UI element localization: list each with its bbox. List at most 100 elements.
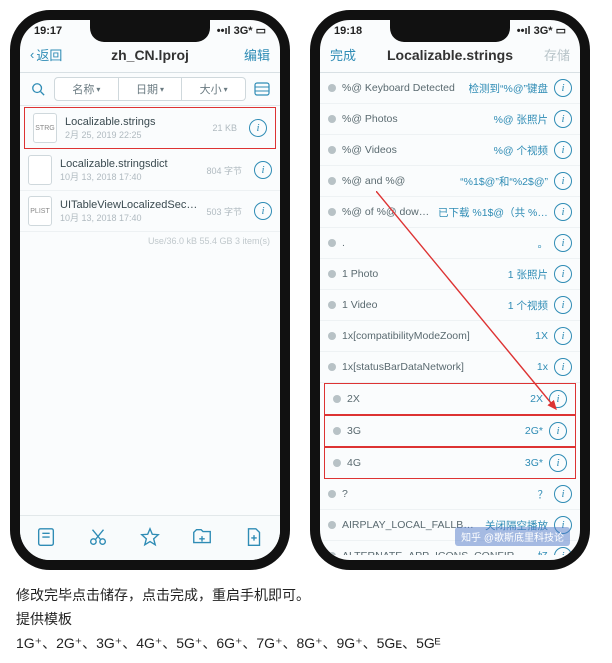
dot-icon: [328, 332, 336, 340]
string-value: %@ 张照片: [494, 112, 548, 127]
info-icon[interactable]: i: [549, 454, 567, 472]
string-row[interactable]: %@ Keyboard Detected 检测到“%@”键盘 i: [320, 73, 580, 104]
seg-label: 名称: [72, 81, 94, 97]
string-key: %@ of %@ downloaded: [342, 206, 432, 218]
seg-size[interactable]: 大小▾: [182, 77, 246, 101]
info-icon[interactable]: i: [554, 296, 572, 314]
string-row[interactable]: 3G 2G* i: [324, 415, 576, 447]
info-icon[interactable]: i: [554, 265, 572, 283]
string-value: 检测到“%@”键盘: [469, 81, 549, 96]
info-icon[interactable]: i: [554, 172, 572, 190]
string-value: 。: [538, 236, 549, 251]
string-row[interactable]: 1x[statusBarDataNetwork] 1x i: [320, 352, 580, 383]
string-row[interactable]: . 。 i: [320, 228, 580, 259]
string-key: %@ Videos: [342, 144, 488, 156]
string-key: 2X: [347, 393, 524, 405]
notch: [390, 20, 510, 42]
info-icon[interactable]: i: [554, 547, 572, 555]
string-key: 1 Photo: [342, 268, 502, 280]
string-key: %@ Photos: [342, 113, 488, 125]
file-name: Localizable.strings: [65, 116, 204, 128]
string-row[interactable]: %@ Videos %@ 个视频 i: [320, 135, 580, 166]
info-icon[interactable]: i: [554, 358, 572, 376]
seg-label: 日期: [136, 81, 158, 97]
file-size: 503 字节: [206, 205, 242, 218]
search-icon[interactable]: [28, 79, 48, 99]
string-row[interactable]: 1 Video 1 个视频 i: [320, 290, 580, 321]
caption-line: 修改完毕点击储存，点击完成，重启手机即可。: [16, 584, 596, 608]
search-row: 名称▾ 日期▾ 大小▾: [20, 73, 280, 106]
toolbar: [20, 515, 280, 560]
info-icon[interactable]: i: [554, 234, 572, 252]
dot-icon: [333, 395, 341, 403]
string-row[interactable]: 1x[compatibilityModeZoom] 1X i: [320, 321, 580, 352]
chevron-down-icon: ▾: [160, 85, 164, 94]
note-button[interactable]: [33, 524, 59, 550]
file-info: UITableViewLocalizedSectionIndex.plist 1…: [60, 199, 198, 224]
string-key: ?: [342, 488, 532, 500]
chevron-down-icon: ▾: [96, 85, 100, 94]
dot-icon: [328, 208, 336, 216]
string-row[interactable]: ? ？ i: [320, 479, 580, 510]
string-value: ？: [538, 487, 549, 502]
seg-label: 大小: [200, 81, 222, 97]
string-row[interactable]: 2X 2X i: [324, 383, 576, 415]
new-file-button[interactable]: [241, 524, 267, 550]
info-icon[interactable]: i: [249, 119, 267, 137]
dot-icon: [328, 84, 336, 92]
dot-icon: [333, 459, 341, 467]
file-name: UITableViewLocalizedSectionIndex.plist: [60, 199, 198, 211]
done-button[interactable]: 完成: [330, 45, 374, 64]
info-icon[interactable]: i: [549, 390, 567, 408]
string-value: %@ 个视频: [494, 143, 548, 158]
dot-icon: [328, 177, 336, 185]
file-info: Localizable.stringsdict 10月 13, 2018 17:…: [60, 158, 198, 183]
phone-left: 19:17 ••ıl 3G* ▭ ‹ 返回 zh_CN.lproj 编辑 名称▾…: [10, 10, 290, 570]
string-row[interactable]: 4G 3G* i: [324, 447, 576, 479]
string-value: 已下载 %1$@（共 %2$@）: [438, 205, 548, 220]
phone-right: 19:18 ••ıl 3G* ▭ 完成 Localizable.strings …: [310, 10, 590, 570]
watermark: 知乎 @歌斯底里科技论: [455, 527, 570, 546]
navbar: 完成 Localizable.strings 存储: [320, 39, 580, 73]
navbar: ‹ 返回 zh_CN.lproj 编辑: [20, 39, 280, 73]
file-row[interactable]: STRG Localizable.strings 2月 25, 2019 22:…: [24, 107, 276, 149]
file-date: 2月 25, 2019 22:25: [65, 128, 204, 141]
file-row[interactable]: Localizable.stringsdict 10月 13, 2018 17:…: [20, 150, 280, 191]
info-icon[interactable]: i: [554, 327, 572, 345]
file-size: 21 KB: [212, 123, 237, 133]
string-row[interactable]: %@ and %@ “%1$@”和“%2$@” i: [320, 166, 580, 197]
file-date: 10月 13, 2018 17:40: [60, 170, 198, 183]
string-value: 1x: [537, 361, 548, 373]
file-row[interactable]: PLIST UITableViewLocalizedSectionIndex.p…: [20, 191, 280, 232]
string-key: %@ Keyboard Detected: [342, 82, 463, 94]
info-icon[interactable]: i: [254, 161, 272, 179]
info-icon[interactable]: i: [554, 79, 572, 97]
seg-name[interactable]: 名称▾: [54, 77, 119, 101]
sort-segments: 名称▾ 日期▾ 大小▾: [54, 77, 246, 101]
string-key: 3G: [347, 425, 519, 437]
dot-icon: [333, 427, 341, 435]
view-toggle-icon[interactable]: [252, 79, 272, 99]
file-icon: STRG: [33, 113, 57, 143]
back-button[interactable]: ‹ 返回: [30, 45, 74, 64]
strings-list: %@ Keyboard Detected 检测到“%@”键盘 i %@ Phot…: [320, 73, 580, 555]
string-value: 2G*: [525, 425, 543, 437]
new-folder-button[interactable]: [189, 524, 215, 550]
string-row[interactable]: %@ of %@ downloaded 已下载 %1$@（共 %2$@） i: [320, 197, 580, 228]
info-icon[interactable]: i: [254, 202, 272, 220]
cut-button[interactable]: [85, 524, 111, 550]
save-button[interactable]: 存储: [526, 45, 570, 64]
status-time: 19:18: [334, 25, 362, 37]
edit-button[interactable]: 编辑: [226, 45, 270, 64]
info-icon[interactable]: i: [554, 110, 572, 128]
star-button[interactable]: [137, 524, 163, 550]
info-icon[interactable]: i: [554, 141, 572, 159]
string-value: 1 个视频: [508, 298, 548, 313]
info-icon[interactable]: i: [554, 203, 572, 221]
string-row[interactable]: %@ Photos %@ 张照片 i: [320, 104, 580, 135]
file-size: 804 字节: [206, 164, 242, 177]
seg-date[interactable]: 日期▾: [119, 77, 183, 101]
string-row[interactable]: 1 Photo 1 张照片 i: [320, 259, 580, 290]
info-icon[interactable]: i: [549, 422, 567, 440]
info-icon[interactable]: i: [554, 485, 572, 503]
